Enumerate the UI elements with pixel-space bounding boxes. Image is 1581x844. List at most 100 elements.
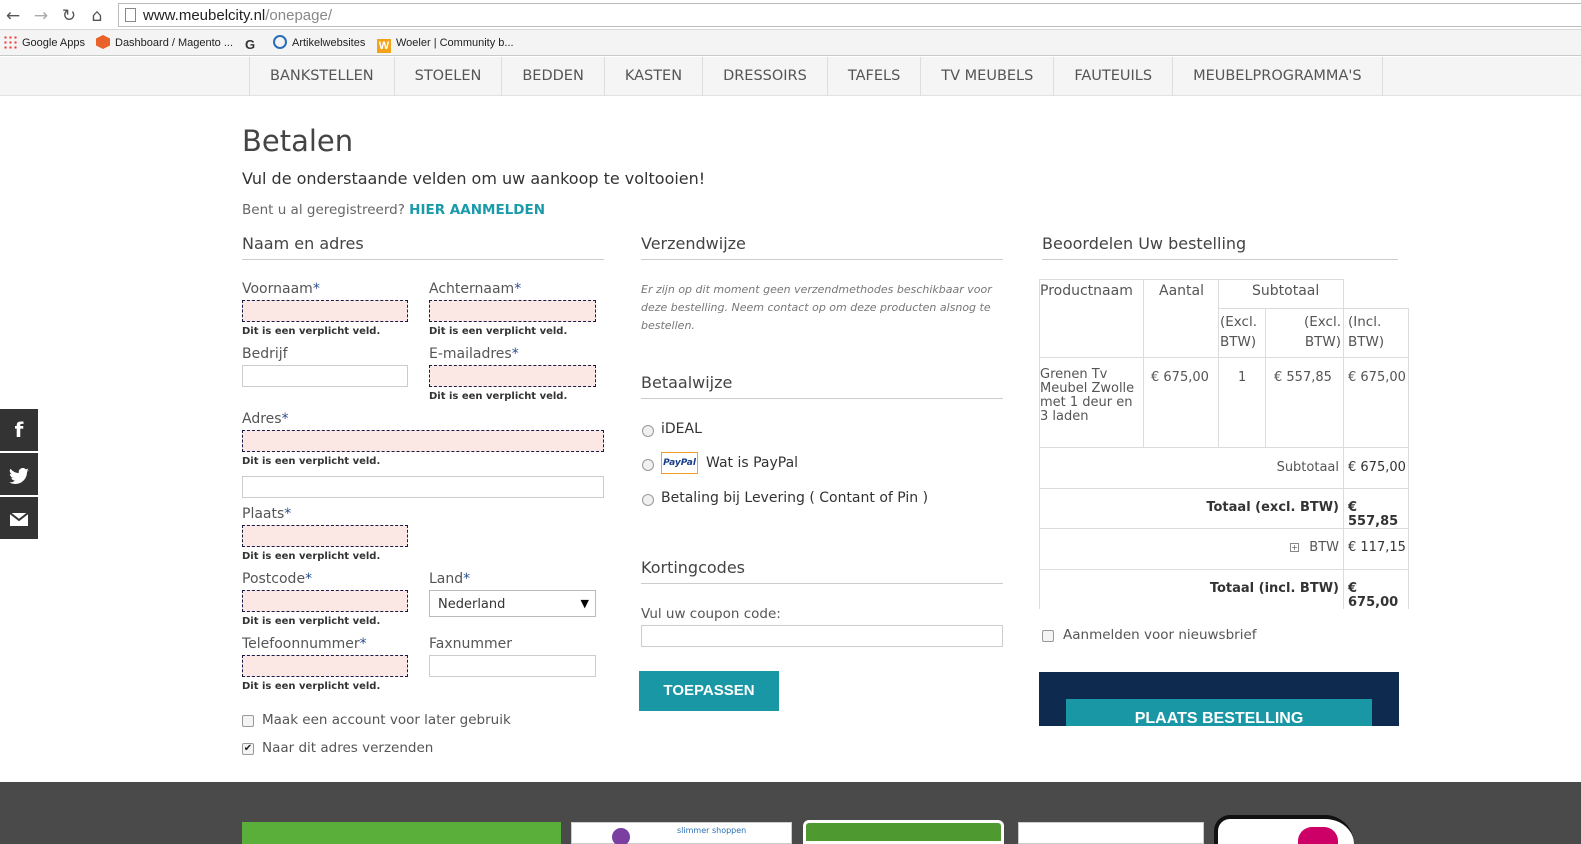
col-header-subtotal-incl: (Incl. BTW) — [1348, 314, 1385, 350]
nav-item-dressoirs[interactable]: DRESSOIRS — [702, 57, 827, 96]
reload-icon[interactable]: ↻ — [58, 5, 80, 27]
twitter-icon[interactable] — [0, 453, 38, 495]
footer-badge-reviews[interactable] — [803, 820, 1004, 844]
city-label: Plaats* — [242, 506, 292, 522]
facebook-icon[interactable]: f — [0, 409, 38, 451]
coupon-section-title: Kortingcodes — [641, 558, 1003, 584]
nav-item-bankstellen[interactable]: BANKSTELLEN — [249, 57, 394, 96]
country-select[interactable]: Nederland ▼ — [429, 590, 596, 617]
nav-item-meubelprogrammas[interactable]: MEUBELPROGRAMMA'S — [1172, 57, 1383, 96]
city-input[interactable] — [242, 525, 408, 547]
site-icon — [273, 35, 287, 49]
subtotal-label: Subtotaal — [1276, 460, 1339, 475]
woeler-icon: W — [377, 39, 391, 53]
shipping-section-title: Verzendwijze — [641, 234, 1003, 260]
item-name: Grenen Tv Meubel Zwolle met 1 deur en 3 … — [1040, 367, 1135, 424]
nav-item-tafels[interactable]: TAFELS — [826, 57, 920, 96]
coupon-input[interactable] — [641, 625, 1003, 647]
bookmark-magento[interactable]: Dashboard / Magento ... — [96, 35, 233, 51]
table-border — [1039, 279, 1040, 609]
place-order-panel: PLAATS BESTELLING — [1039, 672, 1399, 726]
email-input[interactable] — [429, 365, 596, 387]
postcode-input[interactable] — [242, 590, 408, 612]
phone-input[interactable] — [242, 655, 408, 677]
payment-cod-radio[interactable] — [642, 494, 654, 506]
table-border — [1343, 279, 1344, 609]
apps-grid-icon — [3, 35, 17, 49]
ideal-logo-icon — [1214, 815, 1354, 844]
login-link[interactable]: HIER AANMELDEN — [409, 202, 545, 218]
footer-banner-green[interactable] — [242, 822, 561, 844]
col-header-qty: Aantal — [1159, 283, 1204, 299]
bookmark-woeler[interactable]: W Woeler | Community b... — [377, 35, 514, 53]
tax-value: € 117,15 — [1348, 540, 1406, 555]
bookmark-artikelwebsites[interactable]: Artikelwebsites — [273, 35, 365, 51]
create-account-label: Maak een account voor later gebruik — [262, 712, 511, 728]
footer-badge-shopping[interactable]: slimmer shoppen — [571, 822, 792, 844]
total-incl-value: € 675,00 — [1348, 581, 1399, 610]
lastname-input[interactable] — [429, 300, 596, 322]
paypal-logo: PayPal — [661, 452, 698, 474]
company-input[interactable] — [242, 365, 408, 387]
table-border — [1039, 357, 1409, 358]
payment-ideal-radio[interactable] — [642, 425, 654, 437]
city-error: Dit is een verplicht veld. — [242, 551, 381, 562]
country-label: Land* — [429, 571, 471, 587]
page-icon — [125, 8, 136, 22]
bookmark-g[interactable]: G — [245, 35, 264, 52]
home-icon[interactable]: ⌂ — [86, 5, 108, 27]
order-review-table: Productnaam Aantal Subtotaal (Excl. BTW)… — [1039, 279, 1409, 610]
shipping-note: Er zijn op dit moment geen verzendmethod… — [641, 283, 992, 332]
ship-same-checkbox[interactable]: ✔ — [242, 743, 254, 755]
nav-item-bedden[interactable]: BEDDEN — [501, 57, 603, 96]
table-border — [1218, 279, 1219, 447]
login-prompt-text: Bent u al geregistreerd? — [242, 202, 405, 218]
tax-label: BTW — [1309, 540, 1339, 555]
nav-item-fauteuils[interactable]: FAUTEUILS — [1053, 57, 1172, 96]
col-header-subtotal: Subtotaal — [1252, 283, 1320, 299]
item-subtotal-excl: € 557,85 — [1274, 370, 1332, 385]
table-border — [1143, 279, 1144, 447]
footer: slimmer shoppen — [0, 782, 1581, 844]
table-border — [1265, 308, 1266, 447]
newsletter-checkbox[interactable] — [1042, 630, 1054, 642]
footer-badge-white[interactable] — [1018, 822, 1204, 844]
phone-label: Telefoonnummer* — [242, 636, 367, 652]
table-border — [1039, 279, 1343, 280]
nav-item-stoelen[interactable]: STOELEN — [393, 57, 502, 96]
firstname-input[interactable] — [242, 300, 408, 322]
create-account-checkbox[interactable] — [242, 715, 254, 727]
payment-paypal-radio[interactable] — [642, 459, 654, 471]
address-bar[interactable]: www.meubelcity.nl/onepage/ — [118, 3, 1581, 27]
fax-input[interactable] — [429, 655, 596, 677]
item-price: € 675,00 — [1151, 370, 1209, 385]
payment-paypal-label[interactable]: Wat is PayPal — [706, 455, 798, 471]
apply-coupon-button[interactable]: TOEPASSEN — [639, 671, 779, 711]
bookmarks-bar: Google Apps Dashboard / Magento ... G Ar… — [0, 30, 1581, 56]
forward-icon[interactable]: → — [30, 5, 52, 27]
col-header-subtotal-excl: (Excl. BTW) — [1303, 314, 1341, 350]
nav-item-kasten[interactable]: KASTEN — [603, 57, 702, 96]
company-label: Bedrijf — [242, 346, 288, 362]
email-label: E-mailadres* — [429, 346, 519, 362]
lastname-error: Dit is een verplicht veld. — [429, 326, 568, 337]
street-input-2[interactable] — [242, 476, 604, 498]
postcode-label: Postcode* — [242, 571, 313, 587]
place-order-button[interactable]: PLAATS BESTELLING — [1066, 699, 1372, 726]
back-icon[interactable]: ← — [2, 5, 24, 27]
mail-icon[interactable] — [0, 497, 38, 539]
ideal-logo-mark — [1298, 827, 1338, 844]
total-incl-label: Totaal (incl. BTW) — [1209, 581, 1339, 596]
item-qty: 1 — [1238, 370, 1247, 385]
total-excl-value: € 557,85 — [1348, 500, 1399, 529]
page-subtitle: Vul de onderstaande velden om uw aankoop… — [242, 169, 706, 188]
coupon-label: Vul uw coupon code: — [641, 606, 781, 622]
subtotal-value: € 675,00 — [1348, 460, 1406, 475]
street-input-1[interactable] — [242, 430, 604, 452]
firstname-error: Dit is een verplicht veld. — [242, 326, 381, 337]
bookmark-google-apps[interactable]: Google Apps — [3, 35, 85, 51]
postcode-error: Dit is een verplicht veld. — [242, 616, 381, 627]
street-error: Dit is een verplicht veld. — [242, 456, 381, 467]
url-text: www.meubelcity.nl/onepage/ — [143, 7, 332, 24]
nav-item-tv-meubels[interactable]: TV MEUBELS — [920, 57, 1053, 96]
